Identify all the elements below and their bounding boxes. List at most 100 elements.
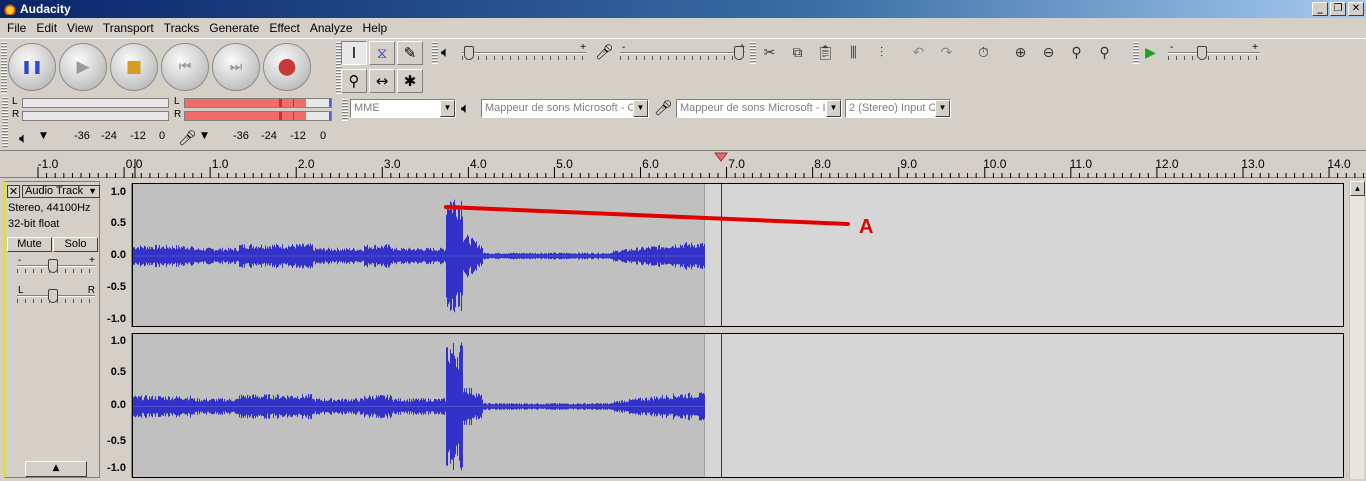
ruler-tick-label: 9.0 [900, 157, 918, 171]
stop-icon: ■ [125, 56, 143, 77]
menu-edit[interactable]: Edit [31, 21, 62, 35]
track-pan-slider[interactable]: L R [0, 285, 95, 306]
vertical-scrollbar[interactable]: ▲ [1349, 181, 1365, 479]
chevron-down-icon[interactable]: ▼ [201, 131, 208, 141]
playback-meter-speaker-icon[interactable]: 🔈︎ [19, 129, 28, 147]
amp-label: -1.0 [107, 313, 126, 325]
amplitude-ruler-left: 1.0 0.5 0.0 -0.5 -1.0 [100, 183, 132, 327]
pan-left-label: L [18, 285, 24, 296]
copy-button[interactable]: ⧉ [784, 41, 811, 65]
collapse-track-button[interactable]: ▲ [25, 461, 87, 477]
selection-tool[interactable]: I [341, 41, 367, 65]
sync-lock-button[interactable]: ⏱ [970, 41, 997, 65]
meter-toolbar-grip[interactable] [2, 97, 8, 147]
transport-toolbar-grip[interactable] [1, 42, 7, 94]
meter-scale-label: -24 [261, 130, 277, 142]
maximize-button[interactable]: ❐ [1330, 2, 1346, 16]
slider-ticks [462, 56, 586, 60]
skip-to-end-button[interactable]: ⏭ [212, 43, 260, 91]
zoom-in-button[interactable]: ⊕ [1007, 41, 1034, 65]
play-speed-slider[interactable]: - + [1150, 42, 1260, 63]
zoom-out-button[interactable]: ⊖ [1035, 41, 1062, 65]
gain-thumb[interactable] [48, 259, 58, 273]
menu-file[interactable]: File [2, 21, 31, 35]
menu-tracks[interactable]: Tracks [159, 21, 205, 35]
record-icon: ● [277, 54, 297, 79]
redo-button[interactable]: ↷ [933, 41, 960, 65]
play-head-marker [714, 152, 728, 162]
double-arrow-icon: ↔ [375, 72, 389, 90]
playback-device-value: Mappeur de sons Microsoft - O [485, 102, 637, 114]
audio-host-select[interactable]: MME ▼ [350, 99, 456, 118]
menu-help[interactable]: Help [358, 21, 393, 35]
playback-meter-left[interactable]: L [12, 96, 169, 109]
recording-device-value: Mappeur de sons Microsoft - Ir [680, 102, 830, 114]
trim-icon: ⫼ [850, 45, 857, 61]
solo-button[interactable]: Solo [53, 237, 98, 252]
track-area: ✕ Audio Track ▼ Stereo, 44100Hz 32-bit f… [0, 179, 1366, 481]
fit-selection-button[interactable]: ⚲ [1063, 41, 1090, 65]
waveform-area[interactable] [132, 183, 1344, 478]
amp-label: 0.5 [110, 217, 126, 229]
slider-track [462, 52, 586, 54]
ruler-tick-label: 3.0 [383, 157, 401, 171]
record-meter-microphone-icon[interactable]: 🎤︎ [178, 129, 197, 147]
draw-tool[interactable]: ✎ [397, 41, 423, 65]
timeline-ruler[interactable]: -1.0 0.0 1.0 2.0 3.0 4.0 5.0 6.0 7.0 8.0 9.0 10.0 11… [0, 150, 1366, 178]
chevron-down-icon: ▼ [88, 186, 97, 196]
chevron-down-icon: ▼ [440, 100, 455, 117]
menu-transport[interactable]: Transport [98, 21, 159, 35]
meter-scale-label: -12 [290, 130, 306, 142]
envelope-tool[interactable]: ⧖ [369, 41, 395, 65]
time-shift-tool[interactable]: ↔ [369, 69, 395, 93]
cut-button[interactable]: ✂ [756, 41, 783, 65]
fit-project-button[interactable]: ⚲ [1091, 41, 1118, 65]
pan-thumb[interactable] [48, 289, 58, 303]
stop-button[interactable]: ■ [110, 43, 158, 91]
output-volume-thumb[interactable] [464, 46, 475, 60]
paste-button[interactable]: 📋︎ [812, 41, 839, 65]
silence-button[interactable]: ⫶ [868, 41, 895, 65]
meter-bar [184, 111, 332, 121]
trim-button[interactable]: ⫼ [840, 41, 867, 65]
track-gain-slider[interactable]: - + [0, 255, 95, 276]
window-title: Audacity [20, 2, 71, 16]
input-volume-slider[interactable]: - + [602, 42, 745, 63]
recording-device-select[interactable]: Mappeur de sons Microsoft - Ir ▼ [676, 99, 842, 118]
recording-channels-select[interactable]: 2 (Stereo) Input C ▼ [845, 99, 951, 118]
minimize-button[interactable]: _ [1312, 2, 1328, 16]
mixer-toolbar-grip[interactable] [432, 42, 438, 64]
record-meter-right[interactable]: R [174, 109, 332, 122]
waveform-channel-left[interactable] [132, 183, 1344, 327]
close-button[interactable]: ✕ [1348, 2, 1364, 16]
pan-right-label: R [87, 285, 95, 296]
mute-button[interactable]: Mute [7, 237, 52, 252]
record-button[interactable]: ● [263, 43, 311, 91]
play-button[interactable]: ▶ [59, 43, 107, 91]
gain-minus: - [18, 255, 22, 266]
skip-to-start-button[interactable]: ⏮ [161, 43, 209, 91]
meter-scale-label: -24 [101, 130, 117, 142]
pause-button[interactable]: ❚❚ [8, 43, 56, 91]
zoom-tool[interactable]: ⚲ [341, 69, 367, 93]
input-volume-thumb[interactable] [733, 46, 744, 60]
undo-button[interactable]: ↶ [905, 41, 932, 65]
play-speed-thumb[interactable] [1196, 46, 1207, 60]
playback-device-select[interactable]: Mappeur de sons Microsoft - O ▼ [481, 99, 649, 118]
menu-effect[interactable]: Effect [264, 21, 304, 35]
slider-plus: + [1252, 42, 1258, 53]
menu-analyze[interactable]: Analyze [305, 21, 358, 35]
multi-tool[interactable]: ✱ [397, 69, 423, 93]
playback-meter-right[interactable]: R [12, 109, 169, 122]
menu-generate[interactable]: Generate [204, 21, 264, 35]
waveform-channel-right[interactable] [132, 333, 1344, 478]
menu-view[interactable]: View [62, 21, 98, 35]
scroll-up-button[interactable]: ▲ [1350, 181, 1365, 196]
meter-bar [22, 98, 169, 108]
output-volume-slider[interactable]: - + [444, 42, 586, 63]
chevron-down-icon[interactable]: ▼ [40, 131, 47, 141]
device-toolbar: MME ▼ 🔈︎ Mappeur de sons Microsoft - O ▼… [340, 97, 960, 121]
record-meter-left[interactable]: L [174, 96, 332, 109]
track-close-button[interactable]: ✕ [7, 185, 20, 198]
track-menu-button[interactable]: Audio Track ▼ [22, 185, 100, 198]
